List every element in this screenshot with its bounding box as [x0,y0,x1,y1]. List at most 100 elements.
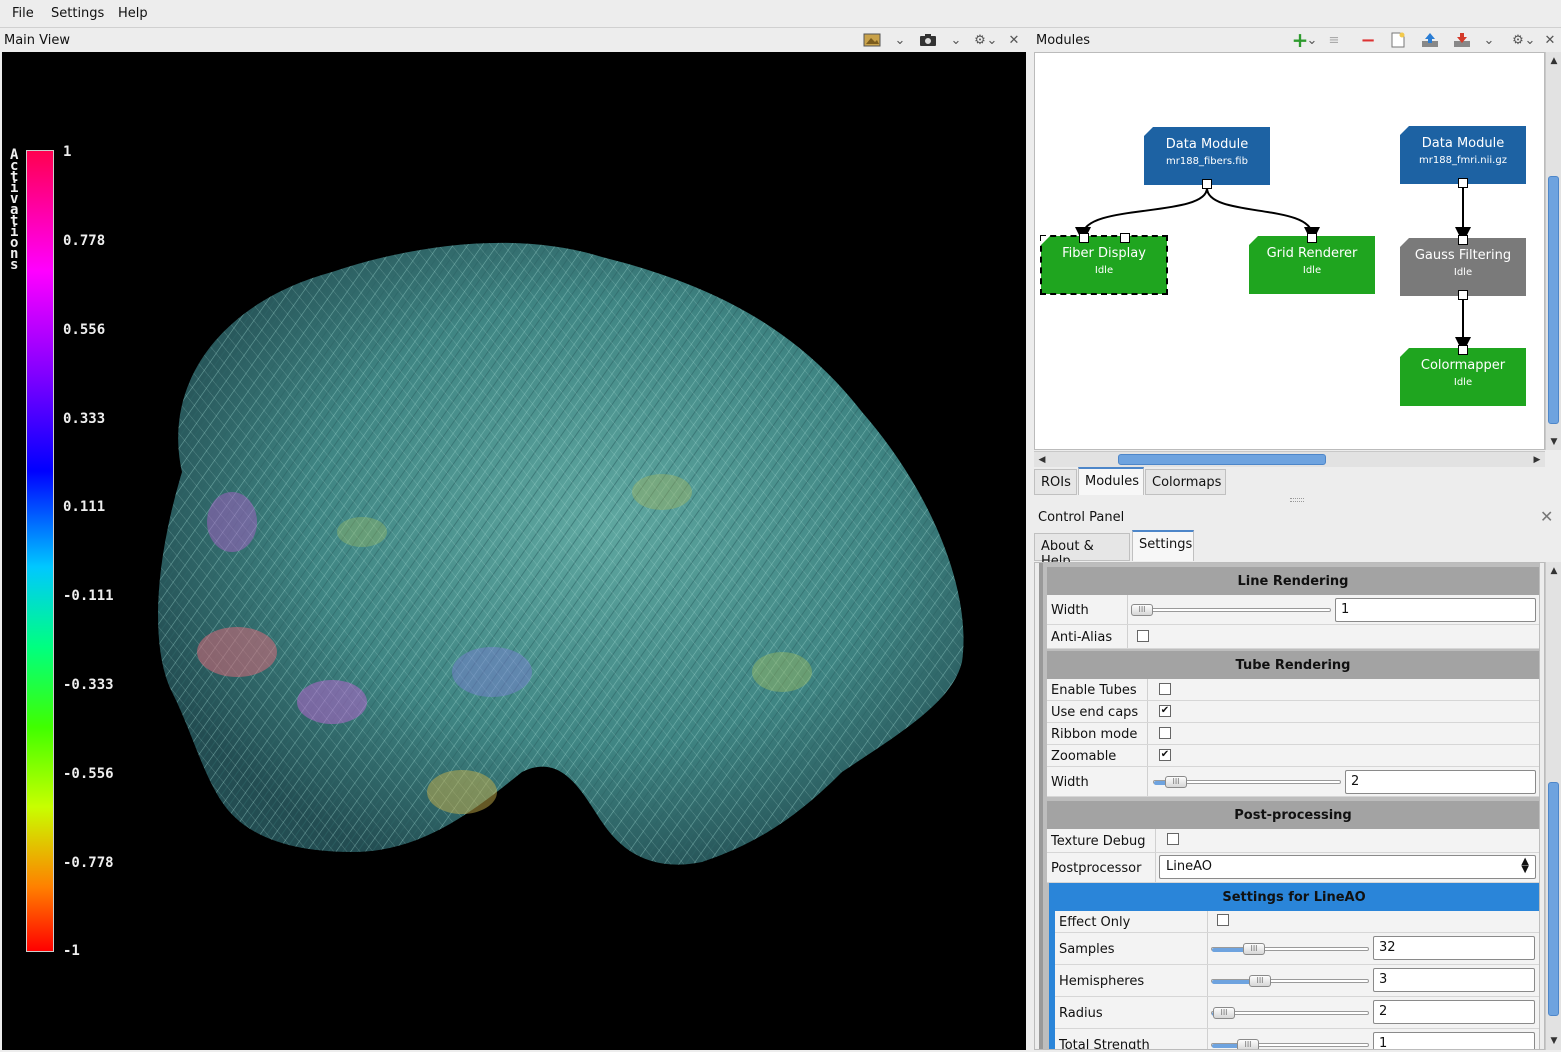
module-title: Grid Renderer [1266,246,1358,261]
tab-colormaps[interactable]: Colormaps [1145,469,1226,495]
colorbar-tick: 1 [63,144,72,160]
chevron-down-icon[interactable]: ⌄ [1482,31,1496,49]
image-icon[interactable] [862,31,882,49]
close-icon[interactable]: ✕ [1540,507,1553,526]
new-project-icon[interactable] [1388,31,1408,49]
radius-input[interactable]: 2 [1373,1000,1535,1024]
modules-horizontal-scrollbar[interactable]: ◀ ▶ [1034,451,1545,467]
scroll-thumb[interactable] [1118,454,1326,465]
samples-slider-handle[interactable]: III [1243,943,1265,955]
input-port[interactable] [1458,345,1468,355]
chevron-down-icon[interactable]: ⌄ [1524,31,1536,49]
tab-rois[interactable]: ROIs [1034,469,1077,495]
main-view-titlebar: Main View ⌄ ⌄ ⚙ ⌄ ✕ [0,28,1030,52]
line-width-slider-handle[interactable]: III [1131,604,1153,616]
filter-icon[interactable]: ≡ [1324,31,1344,49]
module-node-gauss-filtering[interactable]: Gauss Filtering Idle [1400,235,1526,300]
radius-slider-handle[interactable]: III [1213,1007,1235,1019]
line-width-slider-track[interactable] [1131,608,1331,612]
setting-row-tube-width: Width III 2 [1047,767,1539,797]
close-icon[interactable]: ✕ [1540,31,1560,49]
scroll-down-icon[interactable]: ▼ [1547,435,1561,449]
tube-width-slider-handle[interactable]: III [1165,776,1187,788]
colorbar-tick: -0.556 [63,766,114,782]
setting-label: Enable Tubes [1051,683,1137,698]
scroll-right-icon[interactable]: ▶ [1530,453,1544,467]
chevron-down-icon[interactable]: ⌄ [986,31,998,49]
output-port[interactable] [1458,290,1468,300]
output-port[interactable] [1458,178,1468,188]
setting-label: Zoomable [1051,749,1117,764]
menu-file[interactable]: File [12,6,34,21]
module-node-fmri-data[interactable]: Data Module mr188_fmri.nii.gz [1400,126,1526,188]
input-port[interactable] [1079,233,1089,243]
colorbar-tick: 0.778 [63,233,106,249]
chevron-down-icon[interactable]: ⌄ [1306,31,1318,49]
module-node-colormapper[interactable]: Colormapper Idle [1400,345,1526,406]
module-status: Idle [1094,265,1114,276]
colorbar-tick: 0.333 [63,411,106,427]
main-view-title: Main View [4,33,71,48]
splitter-handle[interactable] [1290,498,1304,502]
setting-row-effect-only: Effect Only [1055,911,1539,933]
ribbon-mode-checkbox[interactable] [1159,727,1171,739]
effect-only-checkbox[interactable] [1217,914,1229,926]
setting-label: Effect Only [1059,915,1131,930]
settings-vertical-scrollbar[interactable]: ▲ ▼ [1545,562,1561,1050]
input-port[interactable] [1458,235,1468,245]
tab-modules[interactable]: Modules [1078,467,1144,495]
tube-width-input[interactable]: 2 [1345,770,1536,794]
anti-alias-checkbox[interactable] [1137,630,1149,642]
setting-label: Hemispheres [1059,974,1145,989]
colorbar [26,150,54,952]
module-node-fiber-display[interactable]: Fiber Display Idle [1040,233,1168,295]
texture-debug-checkbox[interactable] [1167,833,1179,845]
module-node-fibers-data[interactable]: Data Module mr188_fibers.fib [1144,127,1270,189]
save-project-icon[interactable] [1452,31,1472,49]
chevron-down-icon[interactable]: ⌄ [890,31,910,49]
remove-module-icon[interactable]: − [1358,30,1378,51]
line-width-input[interactable]: 1 [1335,598,1536,622]
scroll-up-icon[interactable]: ▲ [1547,564,1561,578]
colorbar-tick: -0.778 [63,855,114,871]
modules-vertical-scrollbar[interactable]: ▲ ▼ [1545,52,1561,450]
output-port[interactable] [1202,179,1212,189]
menu-help[interactable]: Help [118,6,148,21]
tab-settings[interactable]: Settings [1132,530,1194,561]
brain-fiber-render [158,242,964,865]
zoomable-checkbox[interactable]: ✔ [1159,749,1171,761]
scroll-left-icon[interactable]: ◀ [1035,453,1049,467]
enable-tubes-checkbox[interactable] [1159,683,1171,695]
load-project-icon[interactable] [1420,31,1440,49]
menu-settings[interactable]: Settings [51,6,104,21]
scroll-thumb[interactable] [1548,176,1559,424]
samples-input[interactable]: 32 [1373,936,1535,960]
postprocessor-select[interactable]: LineAO ▲ ▼ [1159,855,1536,879]
group-header-lineao: Settings for LineAO [1222,890,1366,905]
input-port[interactable] [1120,233,1130,243]
input-port[interactable] [1307,233,1317,243]
scroll-thumb[interactable] [1548,782,1559,1016]
scroll-down-icon[interactable]: ▼ [1547,1034,1561,1048]
setting-label: Total Strength [1059,1038,1150,1050]
module-graph-canvas[interactable]: Data Module mr188_fibers.fib Data Module… [1034,52,1545,450]
module-title: Fiber Display [1062,246,1146,261]
setting-row-radius: Radius III 2 [1055,997,1539,1029]
group-header-line-rendering: Line Rendering [1047,567,1539,595]
main-3d-view[interactable]: Activations 1 0.778 0.556 0.333 0.111 -0… [2,52,1026,1050]
module-node-grid-renderer[interactable]: Grid Renderer Idle [1249,233,1375,294]
tab-about-help[interactable]: About & Help [1034,533,1130,569]
chevron-down-icon[interactable]: ⌄ [946,31,966,49]
group-header-tube-rendering: Tube Rendering [1047,651,1539,679]
total-strength-input[interactable]: 1 [1373,1032,1535,1049]
scroll-up-icon[interactable]: ▲ [1547,54,1561,68]
hemispheres-input[interactable]: 3 [1373,968,1535,992]
end-caps-checkbox[interactable]: ✔ [1159,705,1171,717]
module-title: Data Module [1421,136,1505,151]
module-status: Idle [1302,265,1322,276]
setting-label: Radius [1059,1006,1103,1021]
close-icon[interactable]: ✕ [1004,31,1024,49]
hemispheres-slider-handle[interactable]: III [1249,975,1271,987]
camera-icon[interactable] [918,31,938,49]
total-strength-slider-handle[interactable]: III [1237,1039,1259,1049]
